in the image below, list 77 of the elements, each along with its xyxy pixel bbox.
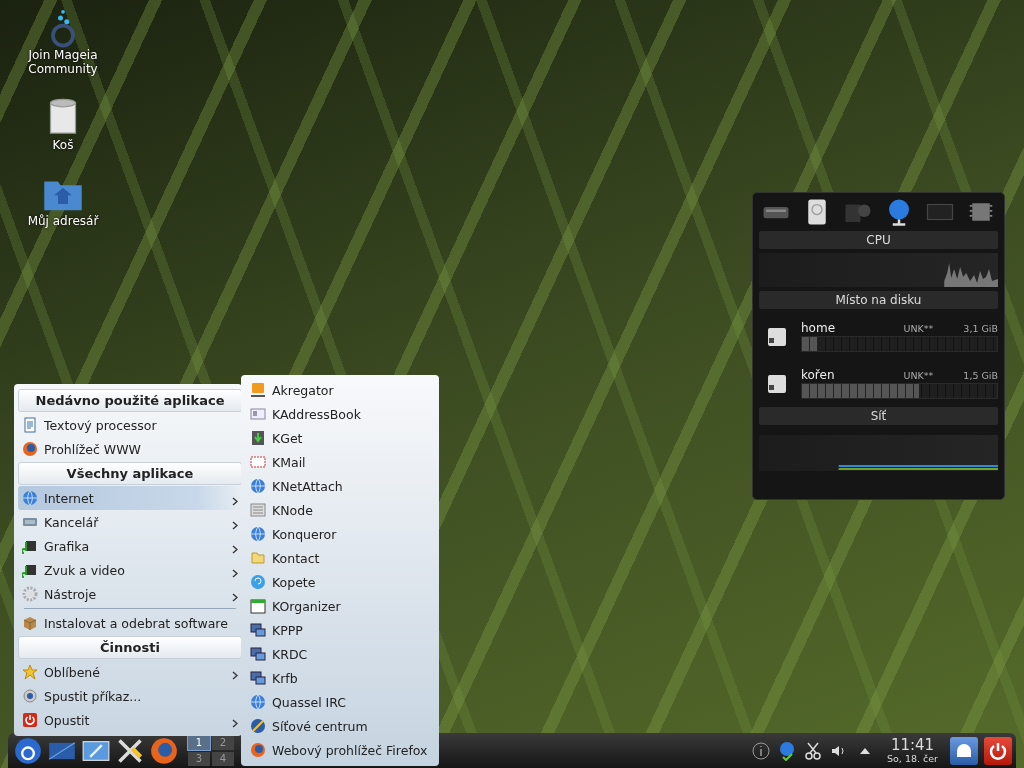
film-icon bbox=[22, 538, 38, 554]
menu-item[interactable]: Krfb bbox=[246, 666, 436, 690]
start-menu-icon[interactable] bbox=[14, 736, 42, 765]
disk-name: home bbox=[801, 321, 837, 335]
section-header: Všechny aplikace bbox=[18, 462, 242, 485]
lock-button[interactable] bbox=[950, 736, 978, 765]
tools-icon[interactable] bbox=[116, 736, 144, 765]
icon-label[interactable]: Můj adresář bbox=[18, 214, 108, 228]
menu-item[interactable]: Zvuk a video bbox=[18, 558, 242, 582]
browser-icon bbox=[250, 742, 266, 758]
feed-icon bbox=[250, 382, 266, 398]
power-icon bbox=[22, 712, 38, 728]
power-button[interactable] bbox=[984, 736, 1012, 765]
disk-status: UNK** bbox=[903, 370, 934, 381]
menu-item[interactable]: KGet bbox=[246, 426, 436, 450]
icon-label[interactable]: Join Mageia Community bbox=[18, 48, 108, 76]
section-header: Činnosti bbox=[18, 636, 242, 659]
menu-item[interactable]: Spustit příkaz... bbox=[18, 684, 242, 708]
menu-item[interactable]: Prohlížeč WWW bbox=[18, 437, 242, 461]
monitor-icon bbox=[250, 622, 266, 638]
menu-item[interactable]: KRDC bbox=[246, 642, 436, 666]
menu-item[interactable]: Opustit bbox=[18, 708, 242, 732]
disk-status: UNK** bbox=[903, 323, 934, 334]
menu-item[interactable]: Konqueror bbox=[246, 522, 436, 546]
browser-icon[interactable] bbox=[150, 736, 178, 765]
info-icon[interactable] bbox=[751, 740, 771, 761]
globe-icon bbox=[250, 526, 266, 542]
section-header: Nedávno použité aplikace bbox=[18, 389, 242, 412]
virtual-desktop[interactable]: 3 bbox=[188, 751, 210, 766]
folder-icon bbox=[250, 550, 266, 566]
chat-icon bbox=[250, 574, 266, 590]
menu-item[interactable]: KAddressBook bbox=[246, 402, 436, 426]
monitors-icon bbox=[250, 670, 266, 686]
package-icon bbox=[22, 615, 38, 631]
section-header: CPU bbox=[759, 231, 998, 249]
hard-drive-icon bbox=[767, 372, 787, 395]
menu-item[interactable]: Textový processor bbox=[18, 413, 242, 437]
download-icon bbox=[250, 430, 266, 446]
scissors-icon[interactable] bbox=[803, 740, 823, 761]
globe-icon bbox=[250, 694, 266, 710]
menu-item[interactable]: KOrganizer bbox=[246, 594, 436, 618]
newspaper-icon bbox=[250, 502, 266, 518]
menu-item[interactable]: Oblíbené bbox=[18, 660, 242, 684]
calendar-icon bbox=[250, 598, 266, 614]
menu-item[interactable]: KMail bbox=[246, 450, 436, 474]
icon-label[interactable]: Koš bbox=[18, 138, 108, 152]
disk-size: 1,5 GiB bbox=[963, 370, 998, 381]
menu-item[interactable]: Webový prohlížeč Firefox bbox=[246, 738, 436, 762]
menu-item[interactable]: Akregator bbox=[246, 378, 436, 402]
menu-item[interactable]: Kontact bbox=[246, 546, 436, 570]
menu-item[interactable]: Nástroje bbox=[18, 582, 242, 606]
section-header: Místo na disku bbox=[759, 291, 998, 309]
address-card-icon bbox=[250, 406, 266, 422]
menu-item[interactable]: KPPP bbox=[246, 618, 436, 642]
menu-item[interactable]: Kancelář bbox=[18, 510, 242, 534]
menu-item[interactable]: Grafika bbox=[18, 534, 242, 558]
clock[interactable]: 11:41 So, 18. čer bbox=[887, 736, 938, 765]
document-icon bbox=[22, 417, 38, 433]
monitors-icon bbox=[250, 646, 266, 662]
menu-item[interactable]: Kopete bbox=[246, 570, 436, 594]
menu-item[interactable]: KNode bbox=[246, 498, 436, 522]
film-icon bbox=[22, 562, 38, 578]
gear-icon bbox=[22, 688, 38, 704]
menu-item[interactable]: Síťové centrum bbox=[246, 714, 436, 738]
menu-item[interactable]: Quassel IRC bbox=[246, 690, 436, 714]
envelope-icon bbox=[250, 454, 266, 470]
star-icon bbox=[22, 664, 38, 680]
menu-item[interactable]: KNetAttach bbox=[246, 474, 436, 498]
globe-icon bbox=[22, 490, 38, 506]
disk-size: 3,1 GiB bbox=[963, 323, 998, 334]
disk-name: kořen bbox=[801, 368, 836, 382]
menu-item[interactable]: Instalovat a odebrat software bbox=[18, 611, 242, 635]
gear-icon bbox=[22, 586, 38, 602]
browser-icon bbox=[22, 441, 38, 457]
globe-icon bbox=[250, 478, 266, 494]
section-header: Síť bbox=[759, 407, 998, 425]
hard-drive-icon bbox=[767, 325, 787, 348]
